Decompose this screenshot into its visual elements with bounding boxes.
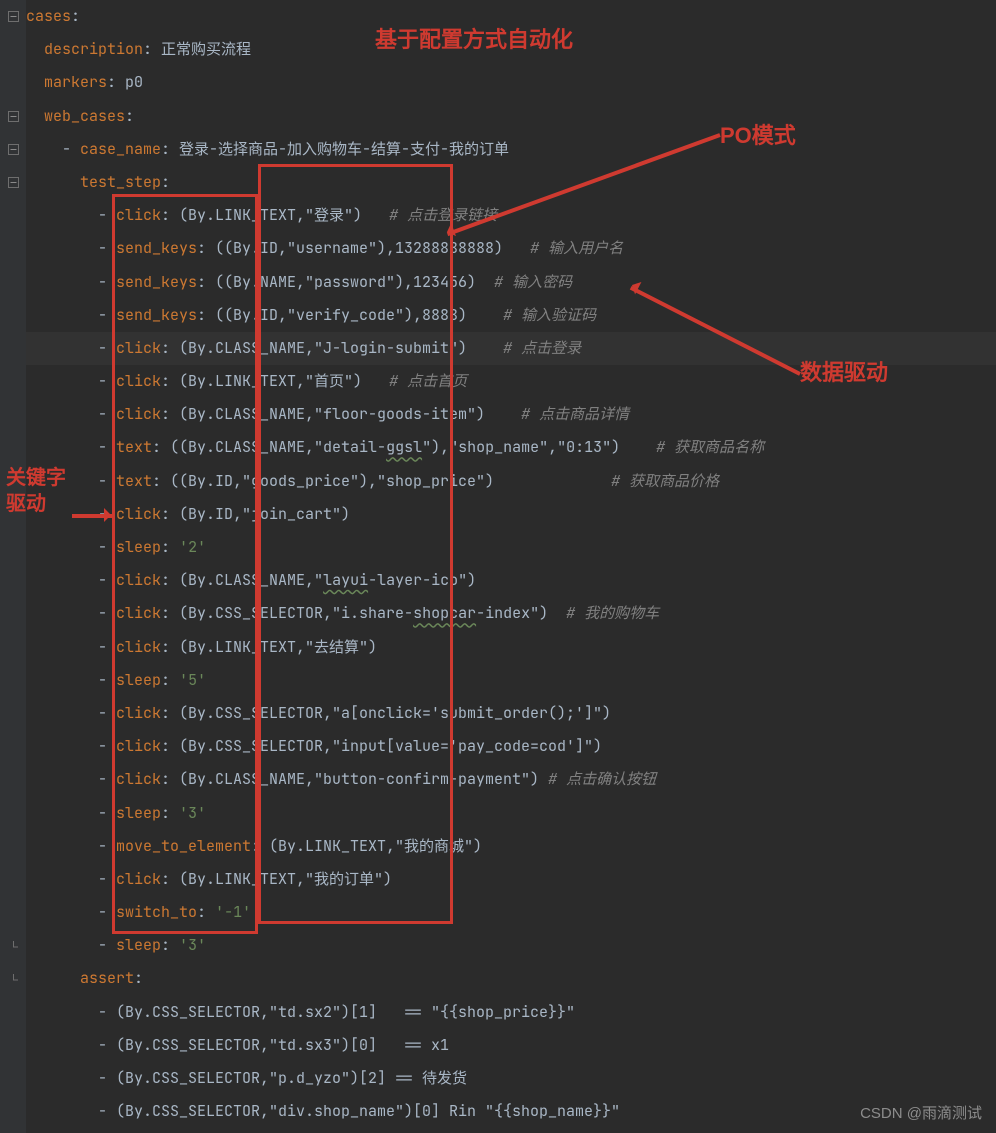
- code-line[interactable]: - (By.CSS_SELECTOR,"td.sx2")[1] == "{{sh…: [26, 996, 996, 1029]
- code-line[interactable]: - click: (By.CLASS_NAME,"floor-goods-ite…: [26, 398, 996, 431]
- code-line[interactable]: - send_keys: ((By.NAME,"password"),12345…: [26, 266, 996, 299]
- editor-gutter: [0, 0, 26, 1133]
- code-line[interactable]: - case_name: 登录-选择商品-加入购物车-结算-支付-我的订单: [26, 133, 996, 166]
- arrow-keyword-head: [104, 508, 118, 522]
- fold-toggle-icon[interactable]: [0, 166, 26, 199]
- code-line[interactable]: test_step:: [26, 166, 996, 199]
- code-line[interactable]: - (By.CSS_SELECTOR,"div.shop_name")[0] R…: [26, 1095, 996, 1128]
- code-line[interactable]: - click: (By.ID,"join_cart"): [26, 498, 996, 531]
- code-line[interactable]: - sleep: '5': [26, 664, 996, 697]
- code-line[interactable]: - click: (By.CSS_SELECTOR,"a[onclick='su…: [26, 697, 996, 730]
- code-line[interactable]: - text: ((By.ID,"goods_price"),"shop_pri…: [26, 465, 996, 498]
- fold-end-icon: [0, 963, 26, 996]
- watermark: CSDN @雨滴测试: [860, 1102, 982, 1123]
- code-line[interactable]: - text: ((By.CLASS_NAME,"detail-ggsl"),"…: [26, 431, 996, 464]
- fold-toggle-icon[interactable]: [0, 133, 26, 166]
- code-line[interactable]: - click: (By.LINK_TEXT,"我的订单"): [26, 863, 996, 896]
- code-line[interactable]: markers: p0: [26, 66, 996, 99]
- code-line[interactable]: - click: (By.LINK_TEXT,"去结算"): [26, 631, 996, 664]
- annotation-keyword: 关键字 驱动: [6, 465, 66, 517]
- annotation-data-driven: 数据驱动: [800, 355, 888, 387]
- code-line[interactable]: - click: (By.CSS_SELECTOR,"input[value='…: [26, 730, 996, 763]
- code-line[interactable]: assert:: [26, 962, 996, 995]
- code-line[interactable]: - click: (By.CSS_SELECTOR,"i.share-shopc…: [26, 597, 996, 630]
- code-line[interactable]: - (By.CSS_SELECTOR,"td.sx3")[0] == x1: [26, 1029, 996, 1062]
- code-editor[interactable]: cases: description: 正常购买流程 markers: p0 w…: [26, 0, 996, 1128]
- code-line[interactable]: web_cases:: [26, 100, 996, 133]
- code-line[interactable]: - click: (By.CLASS_NAME,"button-confirm-…: [26, 763, 996, 796]
- code-line[interactable]: - (By.CSS_SELECTOR,"p.d_yzo")[2] == 待发货: [26, 1062, 996, 1095]
- code-line[interactable]: - sleep: '3': [26, 797, 996, 830]
- code-line[interactable]: - click: (By.CLASS_NAME,"layui-layer-ico…: [26, 564, 996, 597]
- fold-end-icon: [0, 930, 26, 963]
- code-line[interactable]: - send_keys: ((By.ID,"verify_code"),8888…: [26, 299, 996, 332]
- code-line[interactable]: - click: (By.LINK_TEXT,"登录") # 点击登录链接: [26, 199, 996, 232]
- code-line[interactable]: - switch_to: '-1': [26, 896, 996, 929]
- annotation-po: PO模式: [720, 118, 796, 150]
- fold-toggle-icon[interactable]: [0, 100, 26, 133]
- code-line[interactable]: - sleep: '3': [26, 929, 996, 962]
- code-line[interactable]: - move_to_element: (By.LINK_TEXT,"我的商城"): [26, 830, 996, 863]
- code-line[interactable]: - send_keys: ((By.ID,"username"),1328888…: [26, 232, 996, 265]
- annotation-top-center: 基于配置方式自动化: [375, 22, 573, 54]
- code-line[interactable]: - sleep: '2': [26, 531, 996, 564]
- fold-toggle-icon[interactable]: [0, 0, 26, 33]
